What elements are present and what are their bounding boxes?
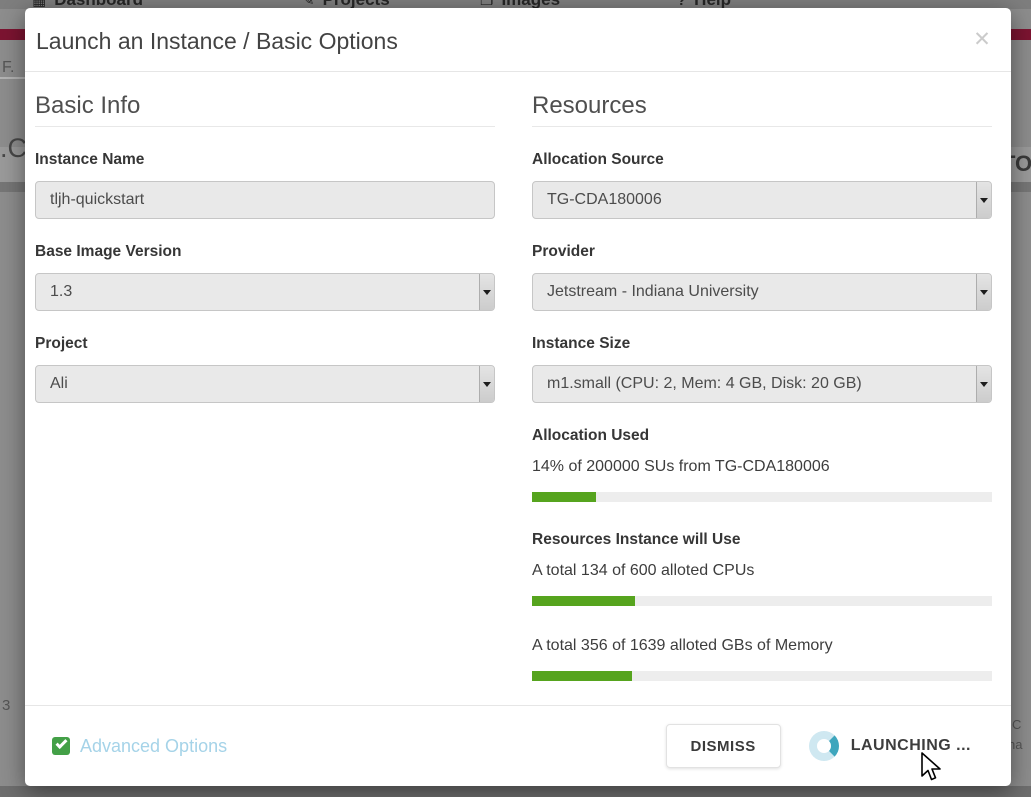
- allocation-used-text: 14% of 200000 SUs from TG-CDA180006: [532, 458, 992, 476]
- basic-info-heading: Basic Info: [35, 92, 495, 127]
- spinner-icon: [809, 731, 839, 761]
- cpu-usage-progress-fill: [532, 596, 635, 606]
- project-value: Ali: [50, 375, 68, 393]
- footer-actions: DISMISS LAUNCHING ...: [666, 724, 971, 768]
- instance-usage-label: Resources Instance will Use: [532, 531, 992, 549]
- memory-usage-progressbar: [532, 671, 992, 681]
- advanced-options-label: Advanced Options: [80, 736, 227, 757]
- chevron-down-icon: [976, 182, 991, 218]
- launching-button[interactable]: LAUNCHING ...: [809, 731, 971, 761]
- allocation-used-label: Allocation Used: [532, 427, 992, 445]
- instance-size-value: m1.small (CPU: 2, Mem: 4 GB, Disk: 20 GB…: [547, 375, 862, 393]
- check-square-icon: [52, 737, 70, 755]
- allocation-source-select[interactable]: TG-CDA180006: [532, 181, 992, 219]
- project-label: Project: [35, 335, 495, 353]
- chevron-down-icon: [479, 274, 494, 310]
- memory-usage-text: A total 356 of 1639 alloted GBs of Memor…: [532, 637, 992, 655]
- bg-text-fragment: .C: [0, 133, 27, 164]
- cpu-usage-text: A total 134 of 600 alloted CPUs: [532, 562, 992, 580]
- dismiss-button[interactable]: DISMISS: [666, 724, 781, 768]
- launch-instance-modal: Launch an Instance / Basic Options ✕ Bas…: [25, 8, 1011, 786]
- modal-title: Launch an Instance / Basic Options: [36, 28, 995, 55]
- bg-text-fragment: 3: [2, 697, 10, 714]
- launching-label: LAUNCHING ...: [851, 737, 971, 755]
- memory-usage-progress-fill: [532, 671, 632, 681]
- resources-column: Resources Allocation Source TG-CDA180006…: [532, 72, 992, 681]
- base-image-version-value: 1.3: [50, 283, 72, 301]
- chevron-down-icon: [976, 366, 991, 402]
- advanced-options-link[interactable]: Advanced Options: [52, 736, 227, 757]
- allocation-used-progress-fill: [532, 492, 596, 502]
- modal-footer: Advanced Options DISMISS LAUNCHING ...: [25, 705, 1011, 786]
- basic-info-column: Basic Info Instance Name Base Image Vers…: [35, 72, 495, 681]
- chevron-down-icon: [479, 366, 494, 402]
- close-icon[interactable]: ✕: [969, 26, 995, 52]
- provider-value: Jetstream - Indiana University: [547, 283, 759, 301]
- chevron-down-icon: [976, 274, 991, 310]
- instance-size-select[interactable]: m1.small (CPU: 2, Mem: 4 GB, Disk: 20 GB…: [532, 365, 992, 403]
- bg-text-fragment: F.: [2, 59, 14, 77]
- instance-name-label: Instance Name: [35, 151, 495, 169]
- allocation-source-label: Allocation Source: [532, 151, 992, 169]
- resources-heading: Resources: [532, 92, 992, 127]
- base-image-version-label: Base Image Version: [35, 243, 495, 261]
- allocation-source-value: TG-CDA180006: [547, 191, 662, 209]
- project-select[interactable]: Ali: [35, 365, 495, 403]
- modal-header: Launch an Instance / Basic Options ✕: [25, 8, 1011, 72]
- provider-select[interactable]: Jetstream - Indiana University: [532, 273, 992, 311]
- instance-size-label: Instance Size: [532, 335, 992, 353]
- cpu-usage-progressbar: [532, 596, 992, 606]
- modal-body: Basic Info Instance Name Base Image Vers…: [25, 72, 1011, 705]
- base-image-version-select[interactable]: 1.3: [35, 273, 495, 311]
- bg-text-fragment: C: [1012, 717, 1021, 732]
- allocation-used-progressbar: [532, 492, 992, 502]
- instance-name-input[interactable]: [35, 181, 495, 219]
- provider-label: Provider: [532, 243, 992, 261]
